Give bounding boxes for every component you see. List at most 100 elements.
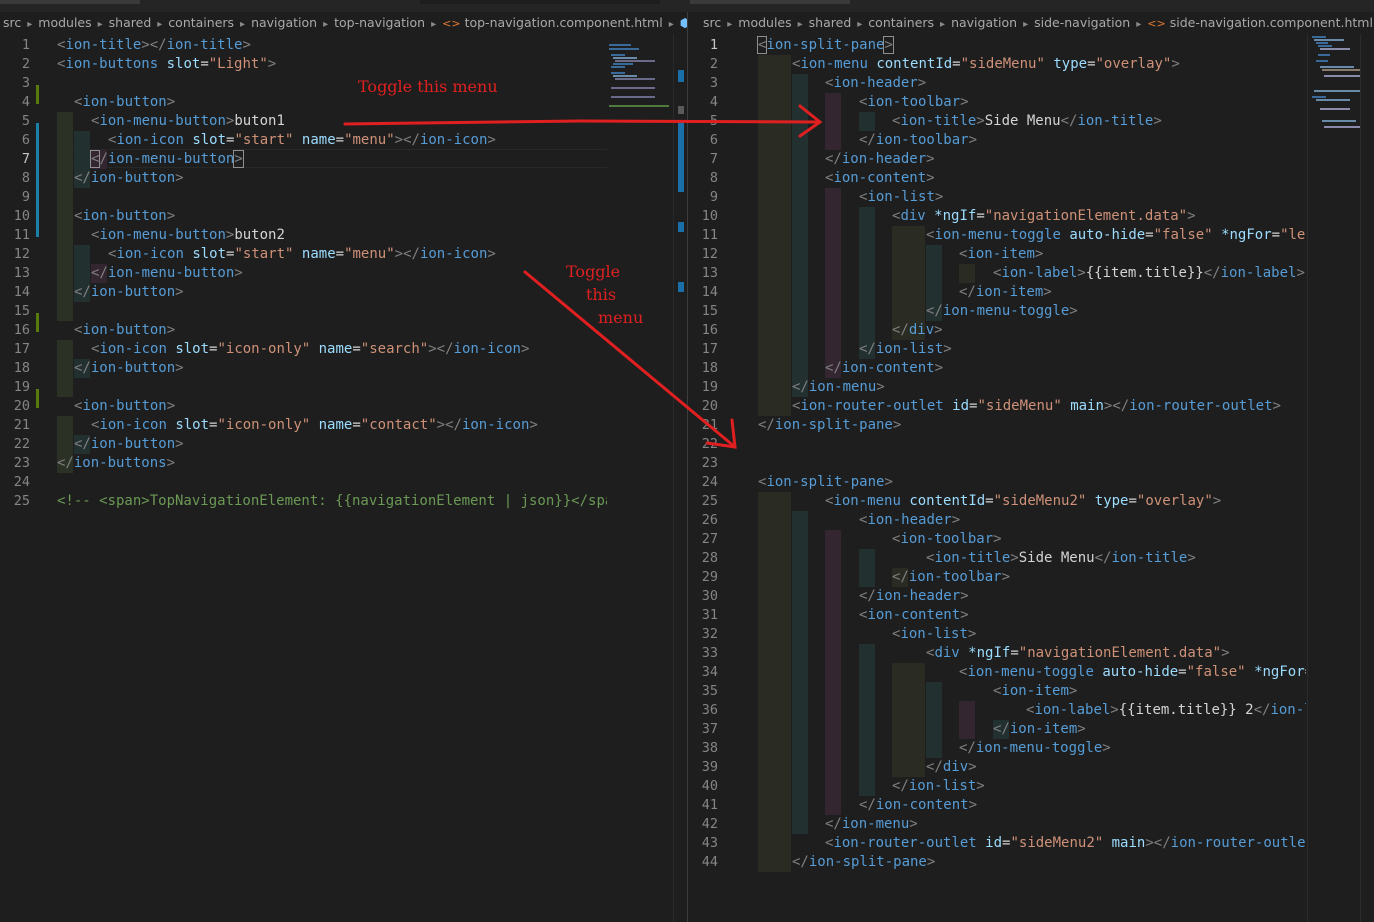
code-line[interactable]: <ion-menu contentId="sideMenu" type="ove… [792, 55, 1180, 74]
line-number: 22 [701, 436, 718, 452]
code-line[interactable]: <ion-list> [859, 188, 943, 207]
line-number: 1 [21, 37, 30, 53]
code-line[interactable]: <ion-toolbar> [892, 530, 1002, 549]
breadcrumb-item[interactable]: modules [38, 15, 91, 30]
code-line[interactable]: <ion-title>Side Menu</ion-title> [926, 549, 1196, 568]
code-line[interactable]: <ion-label>{{item.title}}</ion-label> [993, 264, 1306, 283]
code-line[interactable]: </ion-split-pane> [792, 853, 935, 872]
code-line[interactable]: </div> [892, 321, 943, 340]
tab-active[interactable] [420, 0, 660, 4]
code-line[interactable]: </ion-list> [859, 340, 952, 359]
tab[interactable] [690, 0, 850, 4]
code-line[interactable]: <ion-content> [859, 606, 969, 625]
line-number: 19 [701, 379, 718, 395]
line-number: 27 [701, 531, 718, 547]
code-line[interactable]: </ion-button> [74, 283, 184, 302]
line-number: 21 [13, 417, 30, 433]
code-line[interactable]: </ion-menu> [792, 378, 885, 397]
code-line[interactable]: </ion-button> [74, 169, 184, 188]
breadcrumb-item[interactable]: modules [738, 15, 791, 30]
code-line[interactable]: </ion-item> [959, 283, 1052, 302]
breadcrumb-item[interactable]: shared [809, 15, 852, 30]
code-line[interactable]: </ion-buttons> [57, 454, 175, 473]
editor-tab-strip[interactable] [0, 0, 1374, 12]
code-line-comment[interactable]: <!-- <span>TopNavigationElement: {{navig… [57, 492, 607, 511]
code-line[interactable]: <ion-title>Side Menu</ion-title> [892, 112, 1162, 131]
code-line[interactable]: <ion-button> [74, 321, 175, 340]
code-line[interactable]: <ion-toolbar> [859, 93, 969, 112]
line-number: 12 [13, 246, 30, 262]
tab[interactable] [0, 0, 140, 4]
breadcrumb-file[interactable]: top-navigation.component.html [465, 15, 663, 30]
right-breadcrumb[interactable]: src ▸ modules ▸ shared ▸ containers ▸ navigation… [703, 14, 1374, 32]
breadcrumb-item[interactable]: containers [168, 15, 234, 30]
code-line[interactable]: </ion-split-pane> [758, 416, 901, 435]
code-line[interactable]: <ion-menu-button>buton1 [91, 112, 285, 131]
right-editor-pane[interactable]: src ▸ modules ▸ shared ▸ containers ▸ navigation… [688, 12, 1374, 922]
code-line[interactable]: <ion-header> [859, 511, 960, 530]
code-line[interactable]: <ion-title></ion-title> [57, 36, 251, 55]
line-number: 5 [21, 113, 30, 129]
code-line[interactable]: </ion-menu-toggle> [926, 302, 1078, 321]
left-minimap[interactable] [607, 34, 679, 144]
line-number: 42 [701, 816, 718, 832]
code-line[interactable]: </ion-menu-button> [89, 150, 244, 169]
code-line[interactable]: <ion-button> [74, 397, 175, 416]
code-line[interactable]: </div> [926, 758, 977, 777]
code-line[interactable]: </ion-content> [859, 796, 977, 815]
breadcrumb-item[interactable]: navigation [251, 15, 317, 30]
breadcrumb-item[interactable]: src [703, 15, 721, 30]
code-line[interactable]: <ion-button> [74, 93, 175, 112]
breadcrumb-item[interactable]: side-navigation [1034, 15, 1130, 30]
code-line[interactable]: <ion-button> [74, 207, 175, 226]
code-line[interactable]: <ion-router-outlet id="sideMenu2" main><… [825, 834, 1306, 853]
chevron-right-icon: ▸ [727, 19, 733, 30]
code-line[interactable]: <div *ngIf="navigationElement.data"> [892, 207, 1196, 226]
breadcrumb-item[interactable]: top-navigation [334, 15, 425, 30]
line-number: 3 [21, 75, 30, 91]
code-line[interactable]: </ion-header> [859, 587, 969, 606]
code-line[interactable]: </ion-header> [825, 150, 935, 169]
code-line[interactable]: <ion-header> [825, 74, 926, 93]
code-line[interactable]: <ion-icon slot="start" name="menu"></ion… [108, 245, 496, 264]
code-line[interactable]: </ion-button> [74, 359, 184, 378]
code-line[interactable]: </ion-menu-toggle> [959, 739, 1111, 758]
code-line[interactable]: <ion-icon slot="icon-only" name="search"… [91, 340, 529, 359]
scroll-change-marker [678, 222, 684, 232]
code-line[interactable]: </ion-button> [74, 435, 184, 454]
code-line[interactable]: </ion-list> [892, 777, 985, 796]
right-scrollbar[interactable] [1360, 34, 1374, 922]
breadcrumb-item[interactable]: navigation [951, 15, 1017, 30]
code-line[interactable]: </ion-menu> [825, 815, 918, 834]
code-line[interactable]: <ion-item> [993, 682, 1077, 701]
code-line[interactable]: <ion-menu-button>buton2 [91, 226, 285, 245]
code-line[interactable]: </ion-toolbar> [892, 568, 1010, 587]
code-line[interactable]: <ion-menu-toggle auto-hide="false" *ngFo… [959, 663, 1306, 682]
breadcrumb-item[interactable]: src [3, 15, 21, 30]
code-line[interactable]: </ion-content> [825, 359, 943, 378]
code-line[interactable]: </ion-toolbar> [859, 131, 977, 150]
code-line[interactable]: </ion-menu-button> [91, 264, 243, 283]
code-line[interactable]: <ion-menu-toggle auto-hide="false" *ngFo… [926, 226, 1306, 245]
left-breadcrumb[interactable]: src ▸ modules ▸ shared ▸ containers ▸ navigation… [3, 14, 687, 32]
code-line[interactable]: <ion-menu contentId="sideMenu2" type="ov… [825, 492, 1221, 511]
scroll-thumb[interactable] [678, 106, 684, 114]
code-line[interactable]: <ion-label>{{item.title}} 2</ion-l [1026, 701, 1306, 720]
code-line[interactable]: <ion-icon slot="start" name="menu"></ion… [108, 131, 496, 150]
code-line[interactable]: <div *ngIf="navigationElement.data"> [926, 644, 1230, 663]
breadcrumb-file[interactable]: side-navigation.component.html [1170, 15, 1373, 30]
code-line[interactable]: <ion-buttons slot="Light"> [57, 55, 276, 74]
code-line[interactable]: <ion-split-pane> [758, 473, 893, 492]
breadcrumb-item[interactable]: containers [868, 15, 934, 30]
code-line[interactable]: <ion-icon slot="icon-only" name="contact… [91, 416, 538, 435]
code-line[interactable]: <ion-content> [825, 169, 935, 188]
left-scrollbar[interactable] [673, 34, 687, 922]
code-line[interactable]: <ion-item> [959, 245, 1043, 264]
code-line[interactable]: <ion-split-pane> [756, 36, 894, 55]
code-line[interactable]: <ion-list> [892, 625, 976, 644]
code-line[interactable]: </ion-item> [993, 720, 1086, 739]
left-editor-pane[interactable]: src ▸ modules ▸ shared ▸ containers ▸ navigation… [0, 12, 687, 922]
minimap-divider [1307, 34, 1309, 922]
breadcrumb-item[interactable]: shared [109, 15, 152, 30]
code-line[interactable]: <ion-router-outlet id="sideMenu" main></… [792, 397, 1281, 416]
